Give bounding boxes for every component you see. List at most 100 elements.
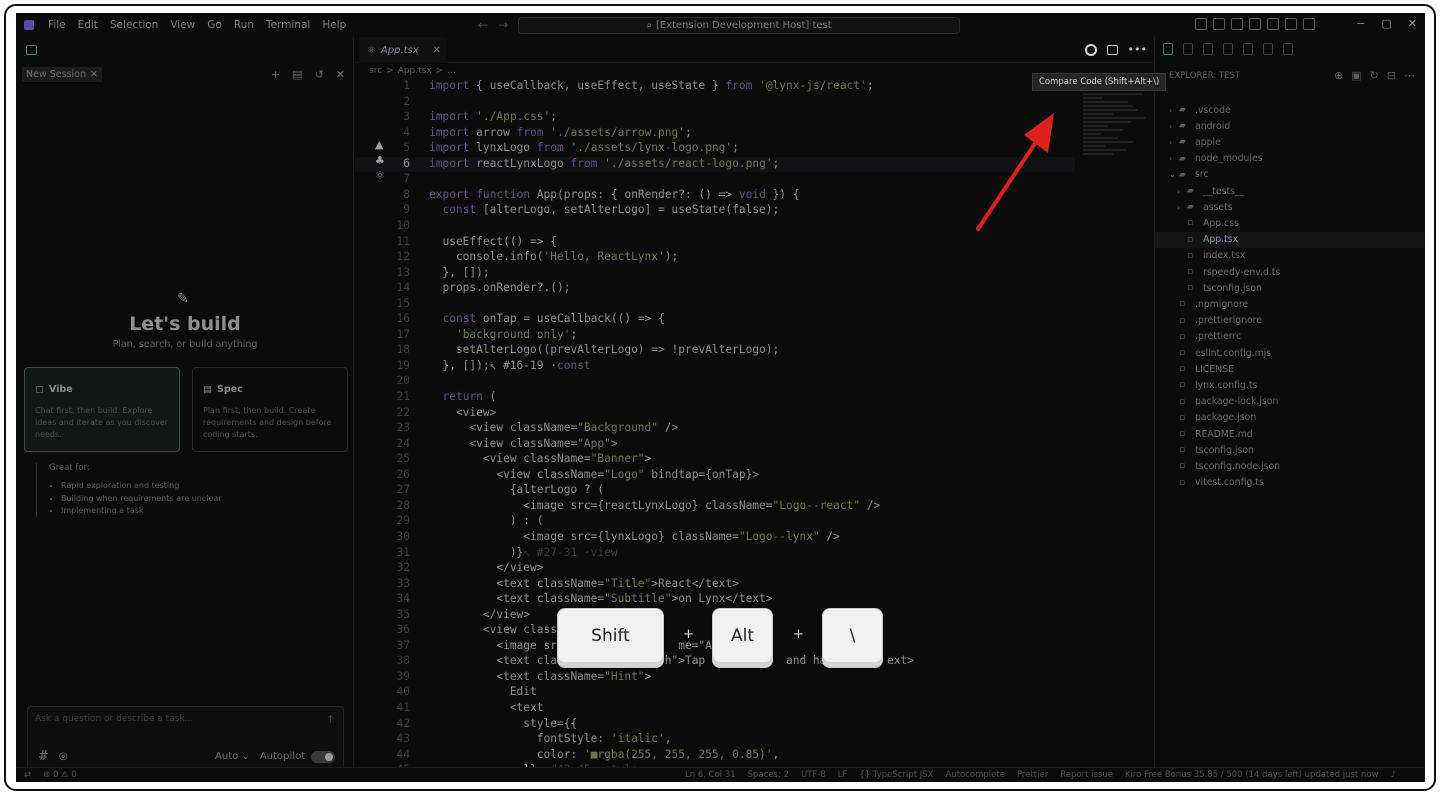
code-line[interactable]: 33 <text className="Title">React</text> <box>355 577 1075 593</box>
chat-input-placeholder[interactable]: Ask a question or describe a task... <box>35 714 193 724</box>
tab-app-tsx[interactable]: ⚛ App.tsx ✕ <box>359 37 447 63</box>
tree-folder[interactable]: › ▰ apple <box>1155 134 1425 150</box>
encoding[interactable]: UTF-8 <box>801 770 826 780</box>
tree-file[interactable]: ▫ tsconfig.json <box>1155 442 1425 458</box>
code-line[interactable]: 29 ) : ( <box>355 514 1075 530</box>
code-line[interactable]: 21 return ( <box>355 390 1075 406</box>
tree-file[interactable]: ▫ lynx.config.ts <box>1155 377 1425 393</box>
minimap[interactable] <box>1083 93 1153 173</box>
code-line[interactable]: 10 <box>355 219 1075 235</box>
chat-input-box[interactable]: Ask a question or describe a task... ↑ #… <box>27 706 344 771</box>
close-icon[interactable]: ✕ <box>433 45 441 56</box>
remote-icon[interactable]: ⇄ <box>24 770 31 780</box>
close-button[interactable]: ✕ <box>1408 17 1417 30</box>
context-hash-button[interactable]: # <box>38 749 49 764</box>
code-line[interactable]: 3 import './App.css'; <box>355 110 1075 126</box>
code-line[interactable]: 9 const [alterLogo, setAlterLogo] = useS… <box>355 203 1075 219</box>
code-line[interactable]: 44 color: '■rgba(255, 255, 255, 0.85)', <box>355 748 1075 764</box>
tree-file[interactable]: ▫ App.css <box>1155 215 1425 231</box>
tree-file[interactable]: ▫ rspeedy-env.d.ts <box>1155 264 1425 280</box>
settings-gear-icon[interactable] <box>1303 18 1315 30</box>
menu-go[interactable]: Go <box>207 19 222 31</box>
toggle-panel-icon[interactable] <box>1249 18 1261 30</box>
code-line[interactable]: 22 <view> <box>355 406 1075 422</box>
compare-code-icon[interactable] <box>1084 43 1097 56</box>
tree-folder[interactable]: › ▰ .vscode <box>1155 102 1425 118</box>
tree-file[interactable]: ▫ tsconfig.node.json <box>1155 458 1425 474</box>
chevron-icon[interactable]: › <box>1169 106 1179 115</box>
code-line[interactable]: 30 <image src={lynxLogo} className="Logo… <box>355 530 1075 546</box>
code-line[interactable]: 6 import reactLynxLogo from './assets/rea… <box>355 156 1075 173</box>
more-actions-icon[interactable]: ••• <box>1128 43 1147 56</box>
tree-folder[interactable]: ⌄ ▰ src <box>1155 167 1425 183</box>
chevron-icon[interactable]: ⌄ <box>1169 170 1179 179</box>
forward-arrow-icon[interactable]: → <box>498 18 508 32</box>
chevron-icon[interactable]: › <box>1169 122 1179 131</box>
autopilot-toggle[interactable] <box>311 750 335 763</box>
code-line[interactable]: 4 import arrow from './assets/arrow.png'; <box>355 126 1075 142</box>
tree-file[interactable]: ▫ tsconfig.json <box>1155 280 1425 296</box>
chevron-icon[interactable]: › <box>1177 203 1187 212</box>
breadcrumb-item[interactable]: ... <box>447 66 456 76</box>
code-line[interactable]: 28 <image src={reactLynxLogo} className=… <box>355 499 1075 515</box>
chevron-icon[interactable]: › <box>1177 187 1187 196</box>
line-ending[interactable]: LF <box>838 770 848 780</box>
explorer-files-icon[interactable] <box>1163 43 1173 55</box>
send-arrow-icon[interactable]: ↑ <box>326 713 335 726</box>
breadcrumb-item[interactable]: App.tsx <box>398 66 432 76</box>
code-line[interactable]: 43 fontStyle: 'italic', <box>355 732 1075 748</box>
source-control-icon[interactable] <box>1203 43 1213 55</box>
tree-file[interactable]: ▫ LICENSE <box>1155 361 1425 377</box>
model-selector[interactable]: Auto ⌄ <box>215 751 250 762</box>
tree-file[interactable]: ▫ README.md <box>1155 426 1425 442</box>
code-line[interactable]: 14 props.onRender?.(); <box>355 281 1075 297</box>
code-line[interactable]: 27 {alterLogo ? ( <box>355 483 1075 499</box>
code-line[interactable]: 15 <box>355 297 1075 313</box>
code-line[interactable]: 26 <view className="Logo" bindtap={onTap… <box>355 468 1075 484</box>
code-line[interactable]: 31 )}↖ #27-31 ·view <box>355 546 1075 562</box>
notifications-bell-icon[interactable]: ♪ <box>1390 770 1395 780</box>
code-line[interactable]: 42 style={{ <box>355 717 1075 733</box>
collapse-all-icon[interactable]: ⊟ <box>1387 69 1396 82</box>
search-icon[interactable] <box>1183 43 1193 55</box>
tree-folder[interactable]: › ▰ assets <box>1155 199 1425 215</box>
code-line[interactable]: 1 import { useCallback, useEffect, useSta… <box>355 79 1075 95</box>
run-debug-icon[interactable] <box>1223 43 1233 55</box>
spec-mode-card[interactable]: ▤ Spec Plan first, then build. Create re… <box>192 367 348 452</box>
tree-folder[interactable]: › ▰ android <box>1155 118 1425 134</box>
split-editor-icon[interactable] <box>1106 44 1118 55</box>
code-line[interactable]: 18 setAlterLogo((prevAlterLogo) => !prev… <box>355 343 1075 359</box>
customize-layout-icon[interactable] <box>1195 18 1207 30</box>
tree-file[interactable]: ▫ package-lock.json <box>1155 394 1425 410</box>
maximize-button[interactable]: ▢ <box>1381 17 1391 30</box>
tree-folder[interactable]: › ▰ __tests__ <box>1155 183 1425 199</box>
code-line[interactable]: 12 console.info('Hello, ReactLynx'); <box>355 250 1075 266</box>
code-line[interactable]: 41 <text <box>355 701 1075 717</box>
chevron-icon[interactable]: › <box>1169 154 1179 163</box>
indentation[interactable]: Spaces: 2 <box>748 770 789 780</box>
more-actions-icon[interactable]: ⋯ <box>1404 69 1415 82</box>
new-file-icon[interactable]: ⊕ <box>1334 69 1343 82</box>
code-line[interactable]: 19 }, []);↖ #16-19 ·const <box>355 359 1075 375</box>
refresh-icon[interactable]: ↻ <box>1370 69 1379 82</box>
code-line[interactable]: 16 const onTap = useCallback(() => { <box>355 312 1075 328</box>
prettier-status[interactable]: Prettier <box>1017 770 1048 780</box>
tree-file[interactable]: ▫ App.tsx <box>1155 231 1425 248</box>
tree-file[interactable]: ▫ package.json <box>1155 410 1425 426</box>
problems-indicator[interactable]: ⊗ 0 ⚠ 0 <box>43 770 77 780</box>
close-icon[interactable]: ✕ <box>90 69 98 80</box>
code-line[interactable]: 11 useEffect(() => { <box>355 235 1075 251</box>
extensions-icon[interactable] <box>1243 43 1253 55</box>
code-line[interactable]: 7 <box>355 172 1075 188</box>
tree-folder[interactable]: › ▰ node_modules <box>1155 151 1425 167</box>
new-folder-icon[interactable]: ▣ <box>1351 69 1361 82</box>
history-icon[interactable]: ↺ <box>315 68 324 81</box>
session-tab[interactable]: New Session ✕ <box>22 67 102 82</box>
code-line[interactable]: 23 <view className="Background" /> <box>355 421 1075 437</box>
menu-view[interactable]: View <box>170 19 195 31</box>
code-line[interactable]: 24 <view className="App"> <box>355 437 1075 453</box>
code-line[interactable]: 5 import lynxLogo from './assets/lynx-log… <box>355 141 1075 157</box>
menu-help[interactable]: Help <box>322 19 346 31</box>
code-line[interactable]: 17 'background only'; <box>355 328 1075 344</box>
chat-icon[interactable] <box>1213 18 1225 30</box>
